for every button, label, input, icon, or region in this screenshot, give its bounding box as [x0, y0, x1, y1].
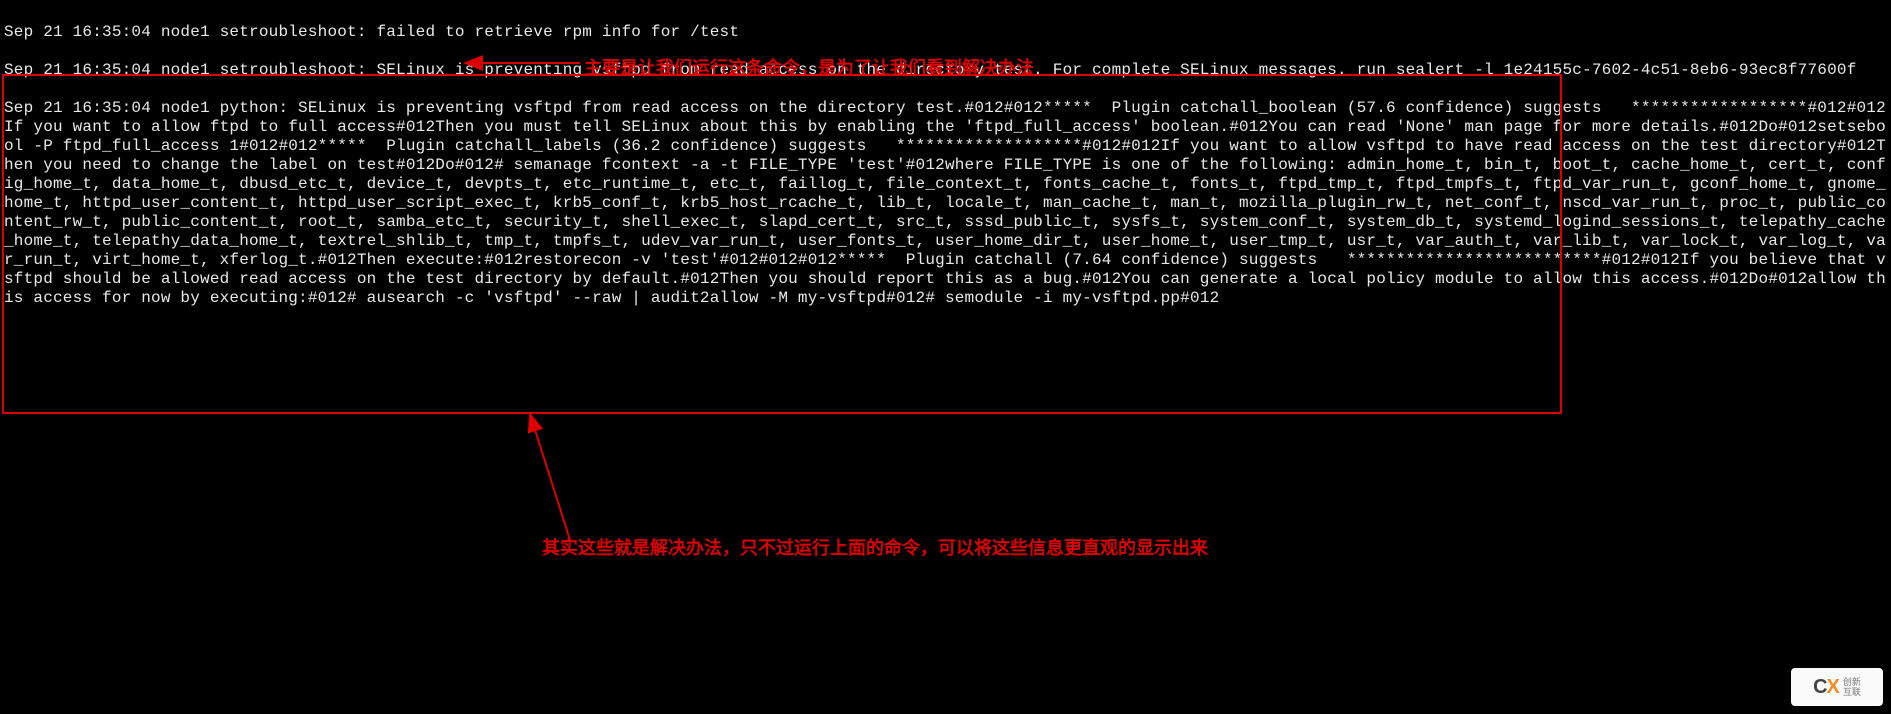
log-line: Sep 21 16:35:04 node1 python: SELinux is…: [4, 99, 1886, 307]
watermark-subtext: 创新 互联: [1843, 677, 1861, 697]
log-line: Sep 21 16:35:04 node1 setroubleshoot: fa…: [4, 23, 739, 41]
watermark-brand: CX: [1813, 676, 1839, 699]
watermark-brand-accent: X: [1827, 676, 1839, 698]
terminal-output: Sep 21 16:35:04 node1 setroubleshoot: fa…: [0, 0, 1891, 331]
annotation-top: 主要是让我们运行这条命令，是为了让我们看到解决办法: [584, 54, 1034, 80]
annotation-bottom: 其实这些就是解决办法，只不过运行上面的命令，可以将这些信息更直观的显示出来: [542, 534, 1208, 560]
watermark-logo: CX 创新 互联: [1791, 668, 1883, 706]
watermark-brand-prefix: C: [1813, 676, 1826, 698]
